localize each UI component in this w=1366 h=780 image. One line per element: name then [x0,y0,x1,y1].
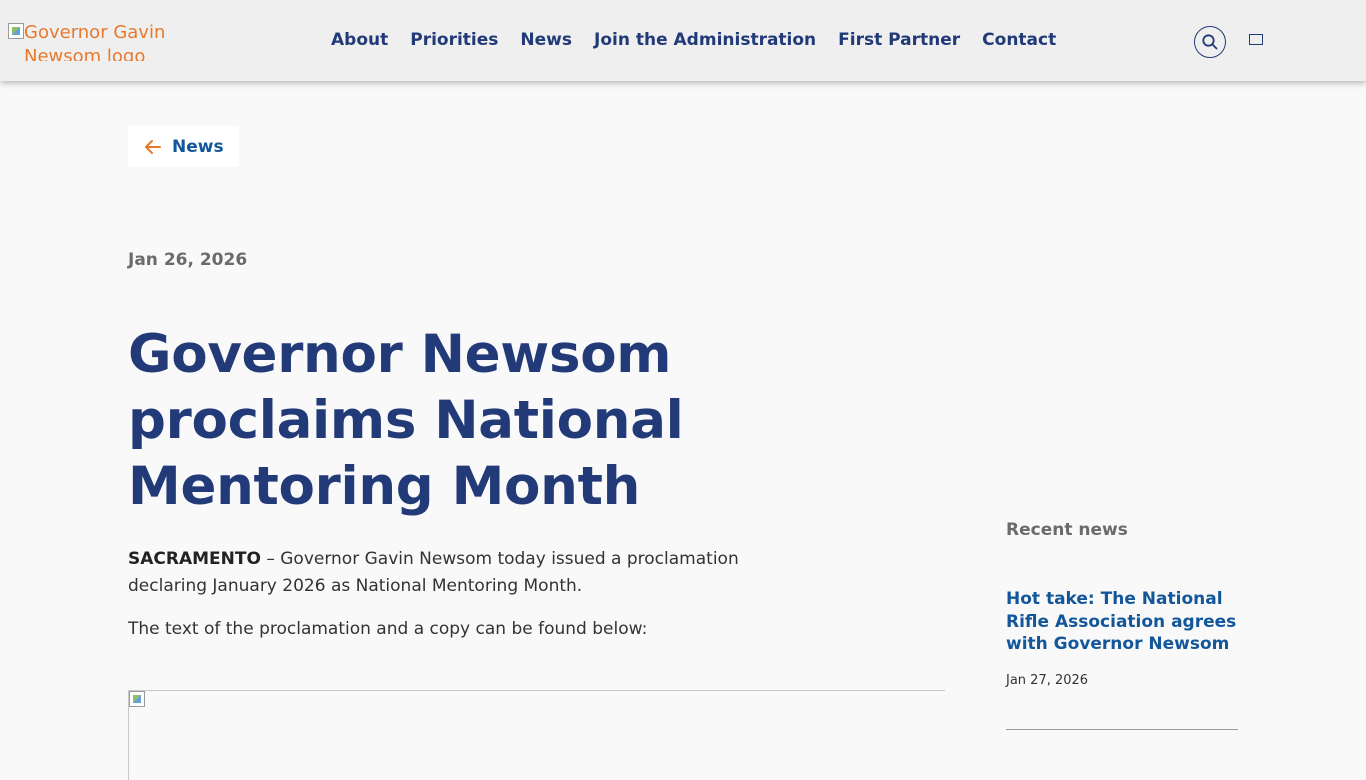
nav-item-first-partner[interactable]: First Partner [838,28,960,52]
main-nav: About Priorities News Join the Administr… [331,28,1056,52]
article-paragraph: The text of the proclamation and a copy … [128,619,648,639]
article-date: Jan 26, 2026 [128,250,248,270]
nav-item-contact[interactable]: Contact [982,28,1056,52]
menu-icon[interactable] [1249,34,1263,45]
nav-item-join-the-administration[interactable]: Join the Administration [594,28,816,52]
article-lead-paragraph: SACRAMENTO – Governor Gavin Newsom today… [128,546,778,600]
recent-news-divider [1006,728,1238,730]
nav-item-news[interactable]: News [520,28,572,52]
broken-image-icon [8,23,24,39]
recent-news-sidebar: Recent news Hot take: The National Rifle… [1006,518,1238,738]
site-header: Governor Gavin Newsom logo About Priorit… [0,0,1366,81]
back-to-news-label: News [172,136,224,157]
recent-news-date: Jan 27, 2026 [1006,672,1089,688]
search-button[interactable] [1194,26,1226,58]
site-logo[interactable]: Governor Gavin Newsom logo [8,21,248,61]
article-title: Governor Newsom proclaims National Mento… [128,324,684,517]
recent-news-link[interactable]: Hot take: The National Rifle Association… [1006,588,1238,656]
search-icon [1202,34,1218,50]
recent-news-heading: Recent news [1006,520,1128,540]
article-dateline: SACRAMENTO [128,549,261,569]
proclamation-image [128,690,945,780]
nav-item-priorities[interactable]: Priorities [410,28,498,52]
article-body: SACRAMENTO – Governor Gavin Newsom today… [128,546,778,659]
logo-alt-text: Governor Gavin Newsom logo [24,22,166,61]
arrow-left-icon [145,139,161,154]
broken-image-icon [129,691,145,707]
nav-item-about[interactable]: About [331,28,388,52]
back-to-news-button[interactable]: News [128,126,239,167]
